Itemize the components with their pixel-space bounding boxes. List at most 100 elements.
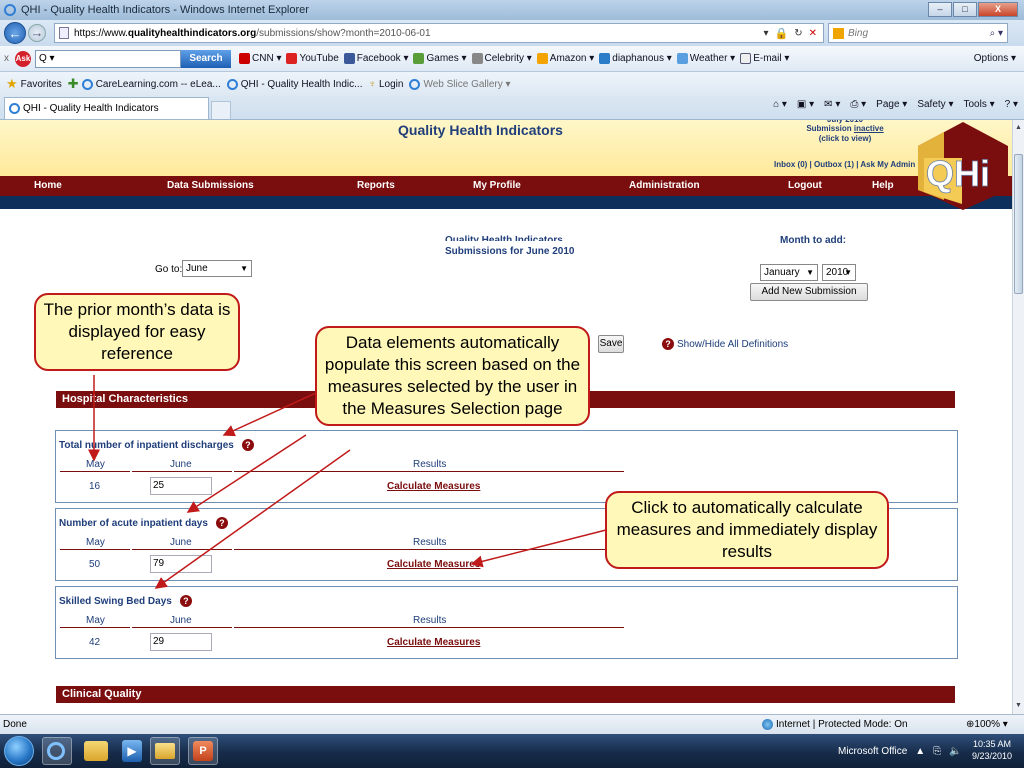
tray-label[interactable]: Microsoft Office	[838, 746, 907, 757]
feeds-icon[interactable]: ▣ ▾	[797, 99, 814, 110]
calculate-measures-link[interactable]: Calculate Measures	[387, 637, 480, 648]
maximize-button[interactable]: □	[953, 2, 977, 17]
calculate-measures-link[interactable]: Calculate Measures	[387, 481, 480, 492]
inbox-links[interactable]: Inbox (0) | Outbox (1) | Ask My Admin	[774, 160, 915, 169]
nav-home[interactable]: Home	[34, 180, 62, 191]
scroll-down-icon[interactable]: ▼	[1015, 702, 1022, 709]
zoom-level[interactable]: ⊕100% ▾	[966, 719, 1008, 730]
scroll-up-icon[interactable]: ▲	[1015, 124, 1022, 131]
bing-icon	[833, 27, 844, 39]
measure-title: Skilled Swing Bed Days?	[59, 595, 192, 607]
calculate-measures-link[interactable]: Calculate Measures	[387, 559, 480, 570]
bing-search-input[interactable]: Bing ⌕ ▾	[828, 23, 1008, 43]
goto-month-select[interactable]: June ▼	[182, 260, 252, 277]
toolbar-search-button[interactable]: Search	[181, 49, 231, 68]
nav-logout[interactable]: Logout	[788, 180, 822, 191]
fav-item-carelearning[interactable]: ✚ CareLearning.com -- eLea...	[68, 76, 221, 92]
web-slice-gallery[interactable]: Web Slice Gallery ▾	[409, 78, 511, 90]
cur-month-input[interactable]: 79	[150, 555, 212, 573]
help-icon[interactable]: ?	[179, 595, 192, 607]
add-month-select[interactable]: January ▼	[760, 264, 818, 281]
toolbar-item-amazon[interactable]: Amazon ▾	[536, 53, 594, 64]
lock-icon[interactable]: 🔒	[775, 27, 789, 40]
security-zone[interactable]: Internet | Protected Mode: On	[762, 719, 908, 730]
nav-administration[interactable]: Administration	[629, 180, 700, 191]
show-hide-definitions[interactable]: ? Show/Hide All Definitions	[662, 338, 788, 350]
nav-data-submissions[interactable]: Data Submissions	[167, 180, 254, 191]
add-new-submission-button[interactable]: Add New Submission	[750, 283, 868, 301]
cur-month-input[interactable]: 25	[150, 477, 212, 495]
refresh-icon[interactable]: ↻	[794, 28, 802, 39]
forward-button[interactable]: →	[28, 24, 46, 42]
toolbar-options[interactable]: Options ▾	[974, 53, 1016, 64]
nav-help[interactable]: Help	[872, 180, 894, 191]
command-bar: ⌂ ▾ ▣ ▾ ✉ ▾ ⎙ ▾ Page ▾ Safety ▾ Tools ▾ …	[773, 99, 1018, 110]
toolbar-item-celebrity[interactable]: Celebrity ▾	[471, 53, 532, 64]
toolbar-item-facebook[interactable]: Facebook ▾	[343, 53, 408, 64]
help-icon[interactable]: ?	[241, 439, 254, 451]
cur-month-input[interactable]: 29	[150, 633, 212, 651]
add-favorite-icon: ✚	[67, 76, 79, 91]
toolbar-item-games[interactable]: Games ▾	[413, 53, 467, 64]
taskbar-explorer-icon[interactable]	[84, 741, 108, 761]
goto-label: Go to:	[155, 264, 183, 275]
minimize-button[interactable]: –	[928, 2, 952, 17]
new-tab-button[interactable]	[211, 101, 231, 119]
help-icon[interactable]: ?	[215, 517, 228, 529]
help-icon[interactable]: ? ▾	[1005, 99, 1018, 110]
fav-item-login[interactable]: ♆ Login	[368, 79, 403, 90]
scroll-thumb[interactable]	[1014, 154, 1023, 294]
search-icon[interactable]: ⌕ ▾	[990, 28, 1003, 39]
url-input[interactable]: https://www. qualityhealthindicators.org /…	[54, 23, 824, 43]
fav-item-qhi[interactable]: QHI - Quality Health Indic...	[226, 78, 362, 90]
url-domain: qualityhealthindicators.org	[127, 27, 257, 39]
favorites-button[interactable]: ★ Favorites	[6, 76, 62, 92]
page-menu[interactable]: Page ▾	[876, 99, 907, 110]
submission-status-link[interactable]: inactive	[854, 124, 884, 133]
logo-text: QHi	[926, 153, 990, 194]
taskbar-media-icon[interactable]: ▶	[122, 740, 142, 762]
stop-icon[interactable]: ✕	[809, 28, 817, 39]
globe-icon	[762, 719, 773, 730]
submission-status-row: Submission inactive	[806, 124, 884, 133]
clock-time: 10:35 AM	[973, 739, 1012, 749]
volume-icon[interactable]: 🔈	[949, 746, 961, 757]
divider	[132, 549, 232, 550]
start-button[interactable]	[4, 736, 34, 766]
close-button[interactable]: X	[978, 2, 1018, 17]
toolbar-item-diaphanous[interactable]: diaphanous ▾	[599, 53, 672, 64]
back-button[interactable]: ←	[4, 22, 26, 44]
taskbar-ie-icon[interactable]	[42, 737, 72, 765]
col-cur-month: June	[170, 615, 192, 626]
taskbar-folder-icon[interactable]	[150, 737, 180, 765]
submission-hint: (click to view)	[818, 134, 872, 143]
safety-menu[interactable]: Safety ▾	[917, 99, 953, 110]
clock[interactable]: 10:35 AM 9/23/2010	[972, 738, 1012, 762]
status-bar: Done Internet | Protected Mode: On ⊕100%…	[0, 714, 1024, 734]
tools-menu[interactable]: Tools ▾	[963, 99, 994, 110]
nav-my-profile[interactable]: My Profile	[473, 180, 521, 191]
toolbar-item-youtube[interactable]: YouTube	[286, 53, 339, 64]
nav-reports[interactable]: Reports	[357, 180, 395, 191]
home-icon[interactable]: ⌂ ▾	[773, 99, 787, 110]
mail-icon[interactable]: ✉ ▾	[824, 99, 840, 110]
toolbar-item-email[interactable]: E-mail ▾	[740, 53, 789, 64]
print-icon[interactable]: ⎙ ▾	[850, 99, 866, 110]
ie-icon	[81, 78, 93, 90]
toolbar-item-weather[interactable]: Weather ▾	[676, 53, 735, 64]
save-button[interactable]: Save	[598, 335, 624, 353]
chevron-up-icon[interactable]: ▲	[915, 746, 925, 757]
taskbar-powerpoint-icon[interactable]: P	[188, 737, 218, 765]
toolbar-item-cnn[interactable]: CNN ▾	[239, 53, 281, 64]
chevron-down-icon: ▼	[806, 268, 814, 277]
close-toolbar-icon[interactable]: x	[4, 53, 9, 64]
nav-underbar	[0, 196, 1012, 209]
dropdown-icon[interactable]: ▾	[763, 28, 768, 39]
network-icon[interactable]: ⎘	[933, 746, 941, 757]
toolbar-search-input[interactable]: Q ▾	[35, 49, 181, 68]
tab-qhi[interactable]: QHI - Quality Health Indicators	[4, 97, 209, 119]
add-year-select[interactable]: 2010 ▼	[822, 264, 856, 281]
vertical-scrollbar[interactable]: ▲ ▼	[1012, 120, 1024, 714]
divider	[234, 471, 624, 472]
clock-date: 9/23/2010	[972, 751, 1013, 761]
